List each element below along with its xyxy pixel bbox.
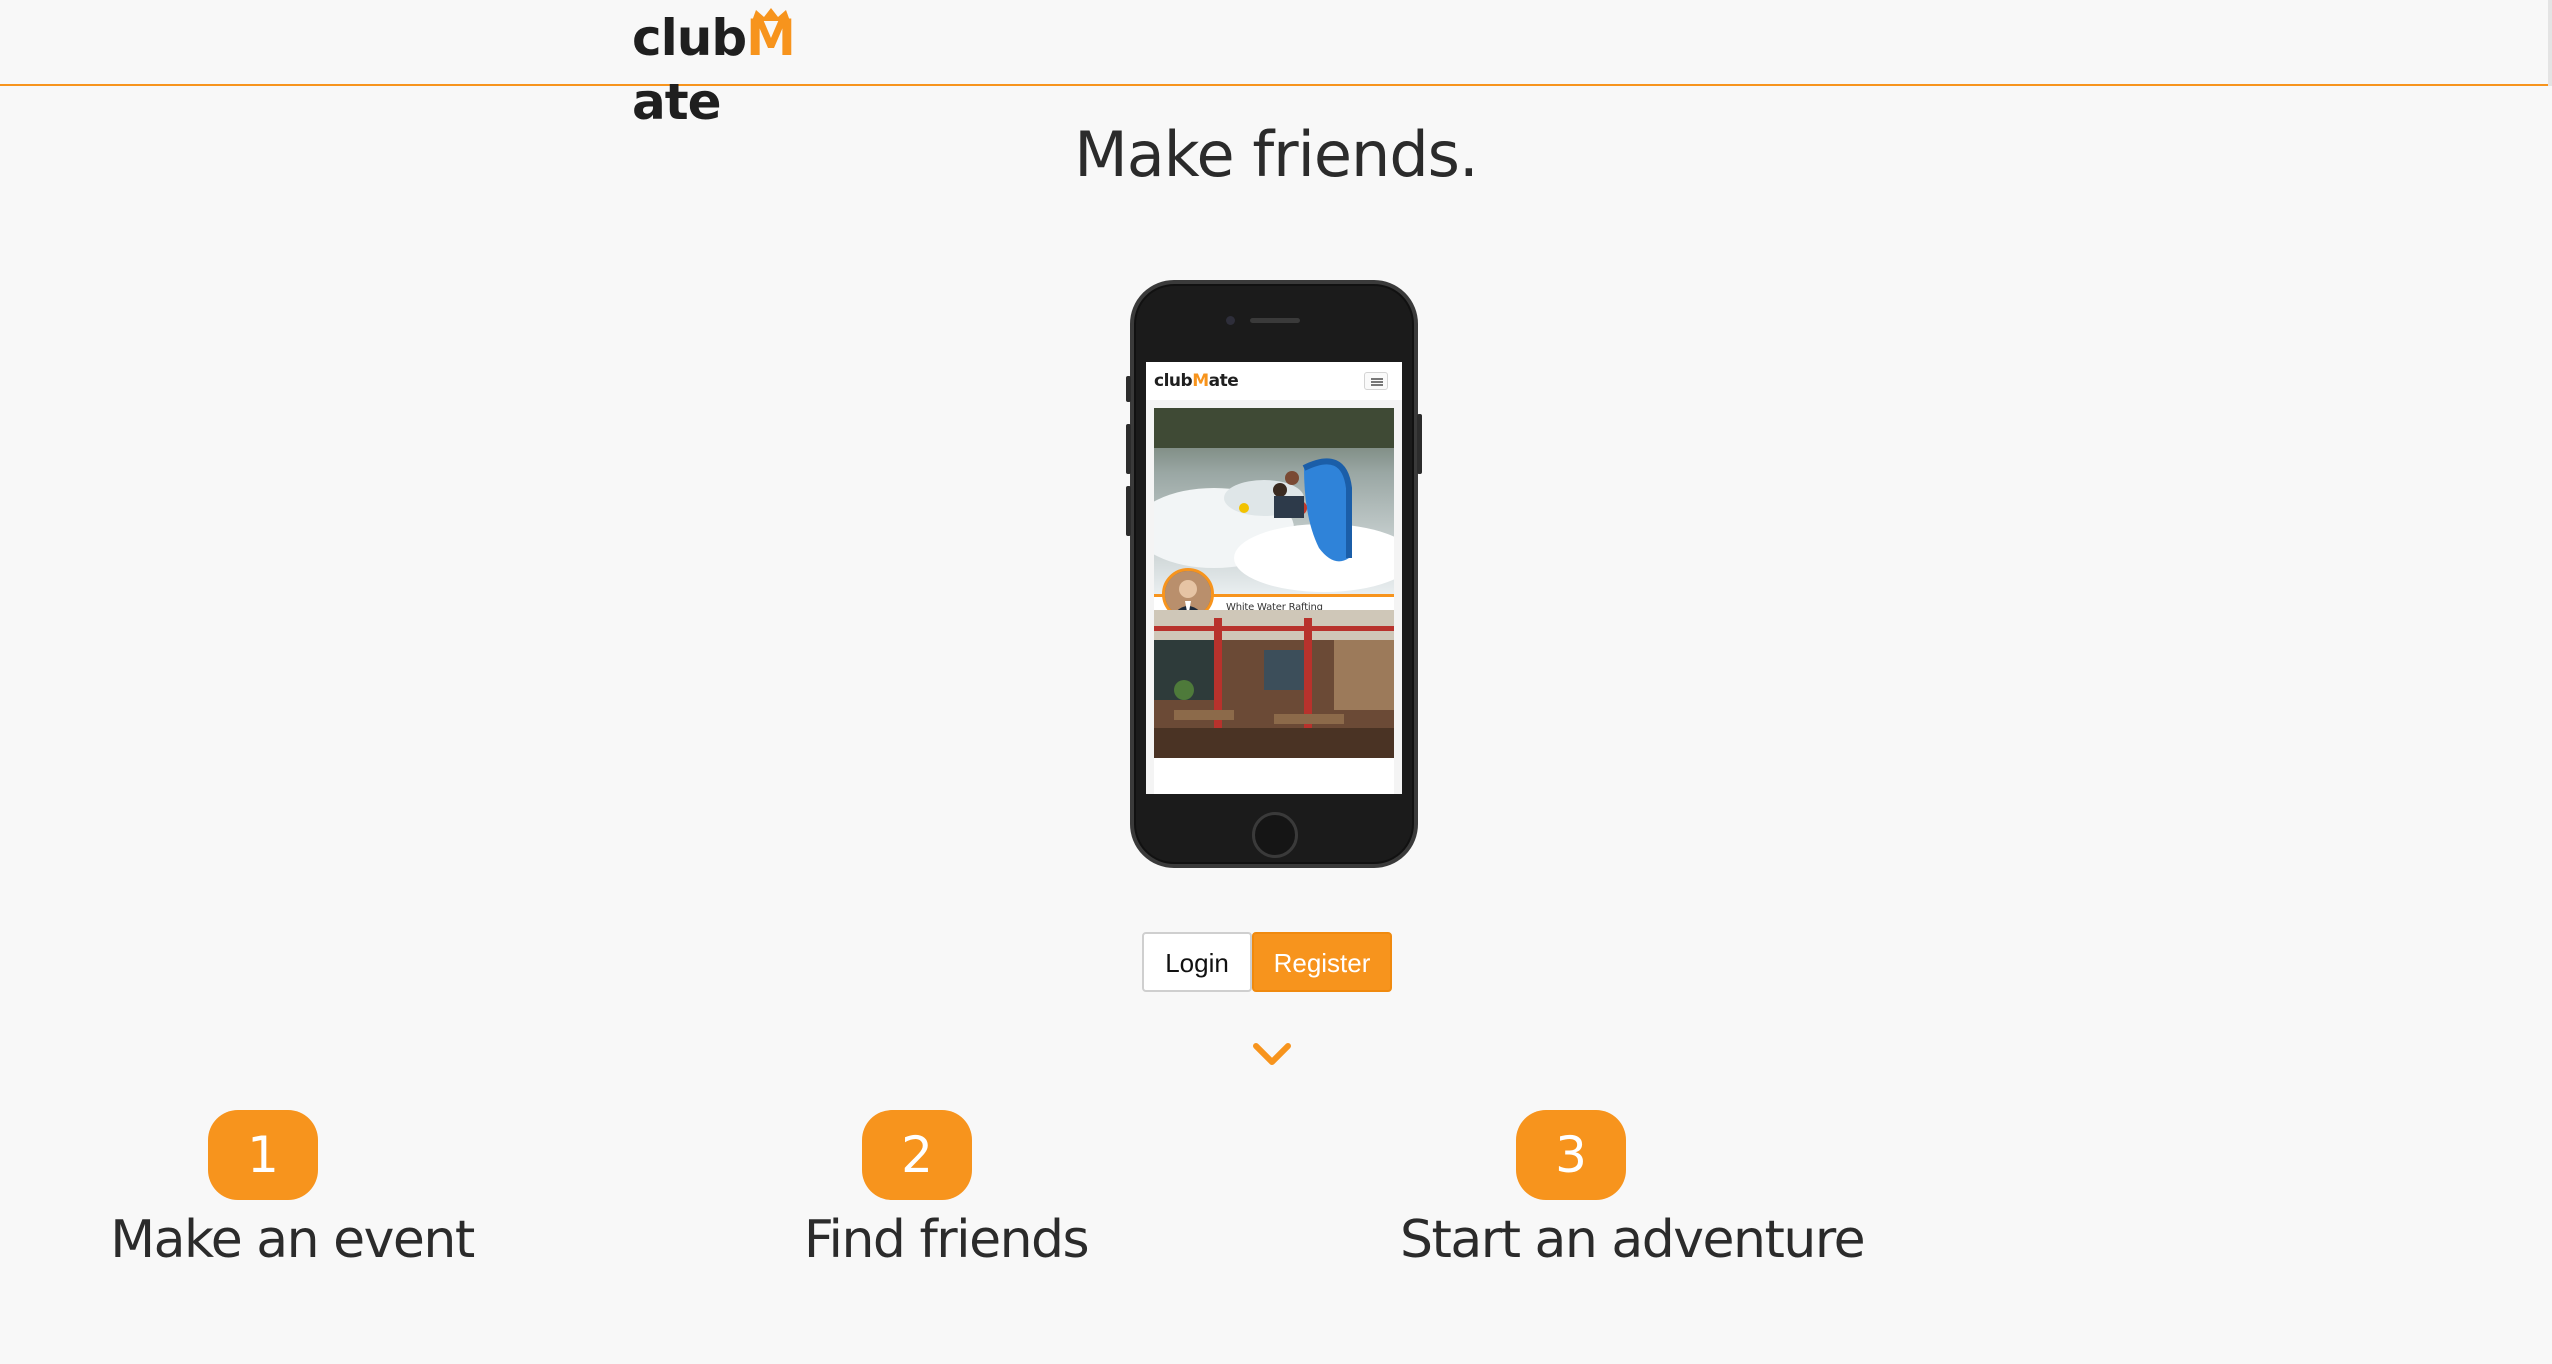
phone-camera xyxy=(1226,316,1235,325)
phone-speaker xyxy=(1250,318,1300,323)
logo-text-prefix: club xyxy=(632,9,747,67)
phone-power-button xyxy=(1417,414,1422,474)
step-number-badge: 2 xyxy=(862,1110,972,1200)
crown-icon xyxy=(752,8,791,21)
step-number-badge: 1 xyxy=(208,1110,318,1200)
event-card: White Water Rafting xyxy=(1154,408,1394,630)
top-navbar: club Mate xyxy=(0,0,2552,131)
phone-screen: clubMate White Water Rafting xyxy=(1146,362,1402,794)
phone-mute-switch xyxy=(1126,376,1131,402)
login-button[interactable]: Login xyxy=(1142,932,1252,992)
step-label: Find friends xyxy=(803,1210,1090,1270)
phone-volume-up xyxy=(1126,424,1131,474)
chevron-down-icon[interactable] xyxy=(1252,1040,1292,1068)
step-label: Make an event xyxy=(110,1210,475,1270)
cafe-photo xyxy=(1154,610,1394,758)
phone-mockup: clubMate White Water Rafting xyxy=(1126,280,1422,868)
logo-crown-m: M xyxy=(746,8,796,67)
step-number-badge: 3 xyxy=(1516,1110,1626,1200)
register-button[interactable]: Register xyxy=(1252,932,1392,992)
phone-home-button xyxy=(1252,812,1298,858)
mini-navbar: clubMate xyxy=(1146,362,1402,400)
phone-volume-down xyxy=(1126,486,1131,536)
brand-logo[interactable]: club Mate xyxy=(632,6,872,131)
hero-title: Make friends. xyxy=(1074,118,1478,191)
hamburger-menu-icon xyxy=(1364,372,1388,390)
mini-brand-logo: clubMate xyxy=(1154,371,1239,391)
event-card xyxy=(1154,610,1394,794)
window-scrollbar-edge xyxy=(2548,0,2552,86)
step-label: Start an adventure xyxy=(1400,1210,1866,1270)
rafting-photo xyxy=(1154,408,1394,594)
